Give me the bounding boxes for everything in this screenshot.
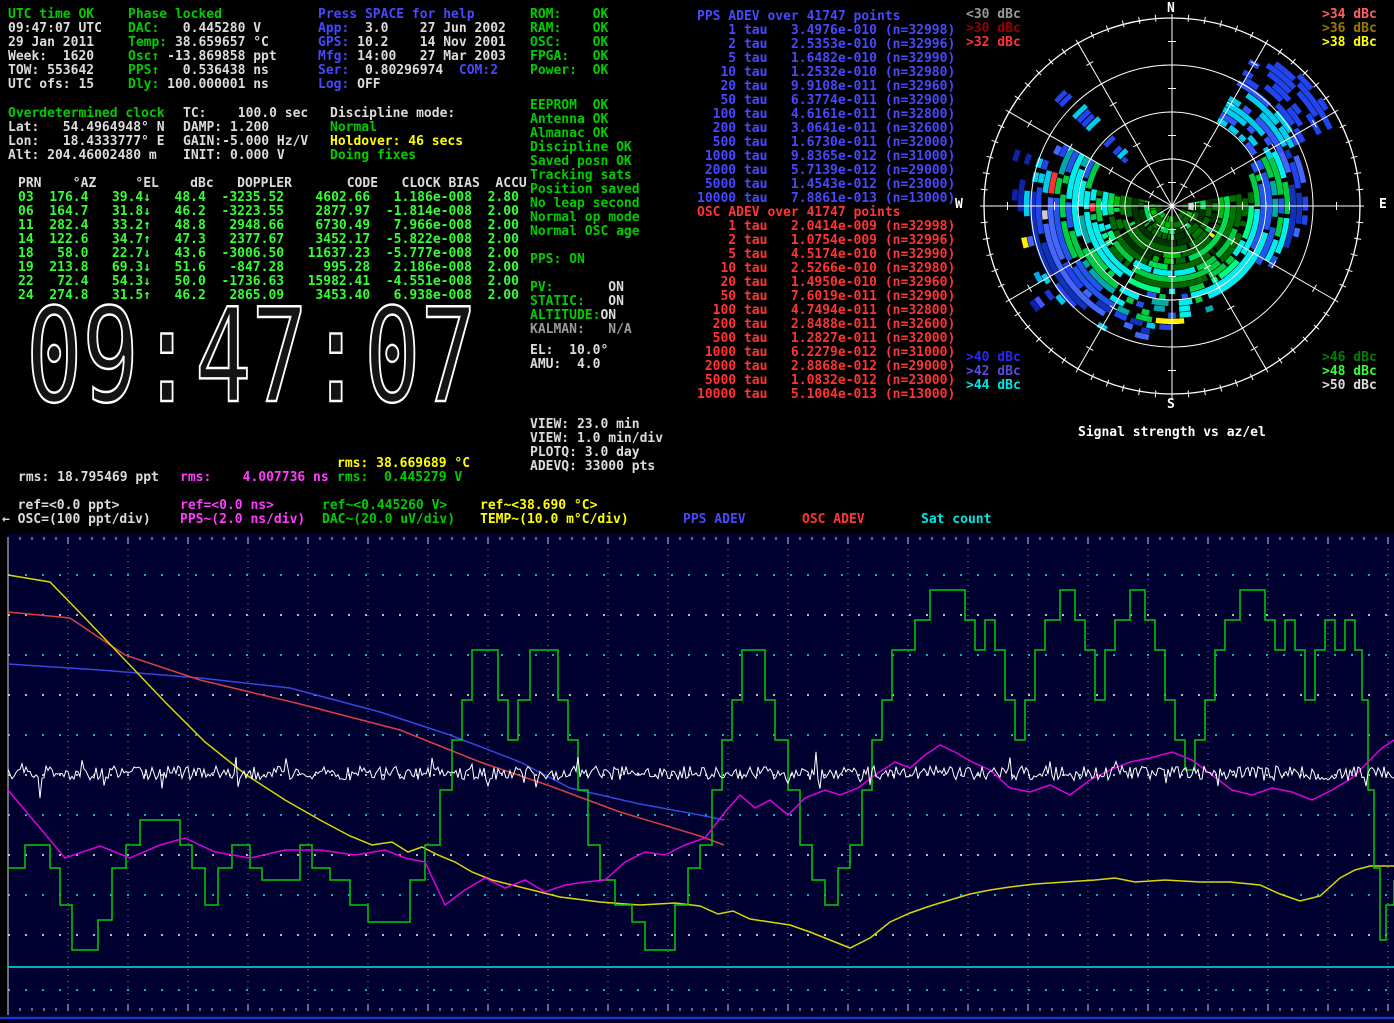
lady-heather-screen[interactable]: UTC time OK09:47:07 UTC29 Jan 2011Week: … [0, 0, 1394, 1023]
strip-chart [0, 0, 1394, 1023]
plot-background [8, 533, 1394, 1023]
